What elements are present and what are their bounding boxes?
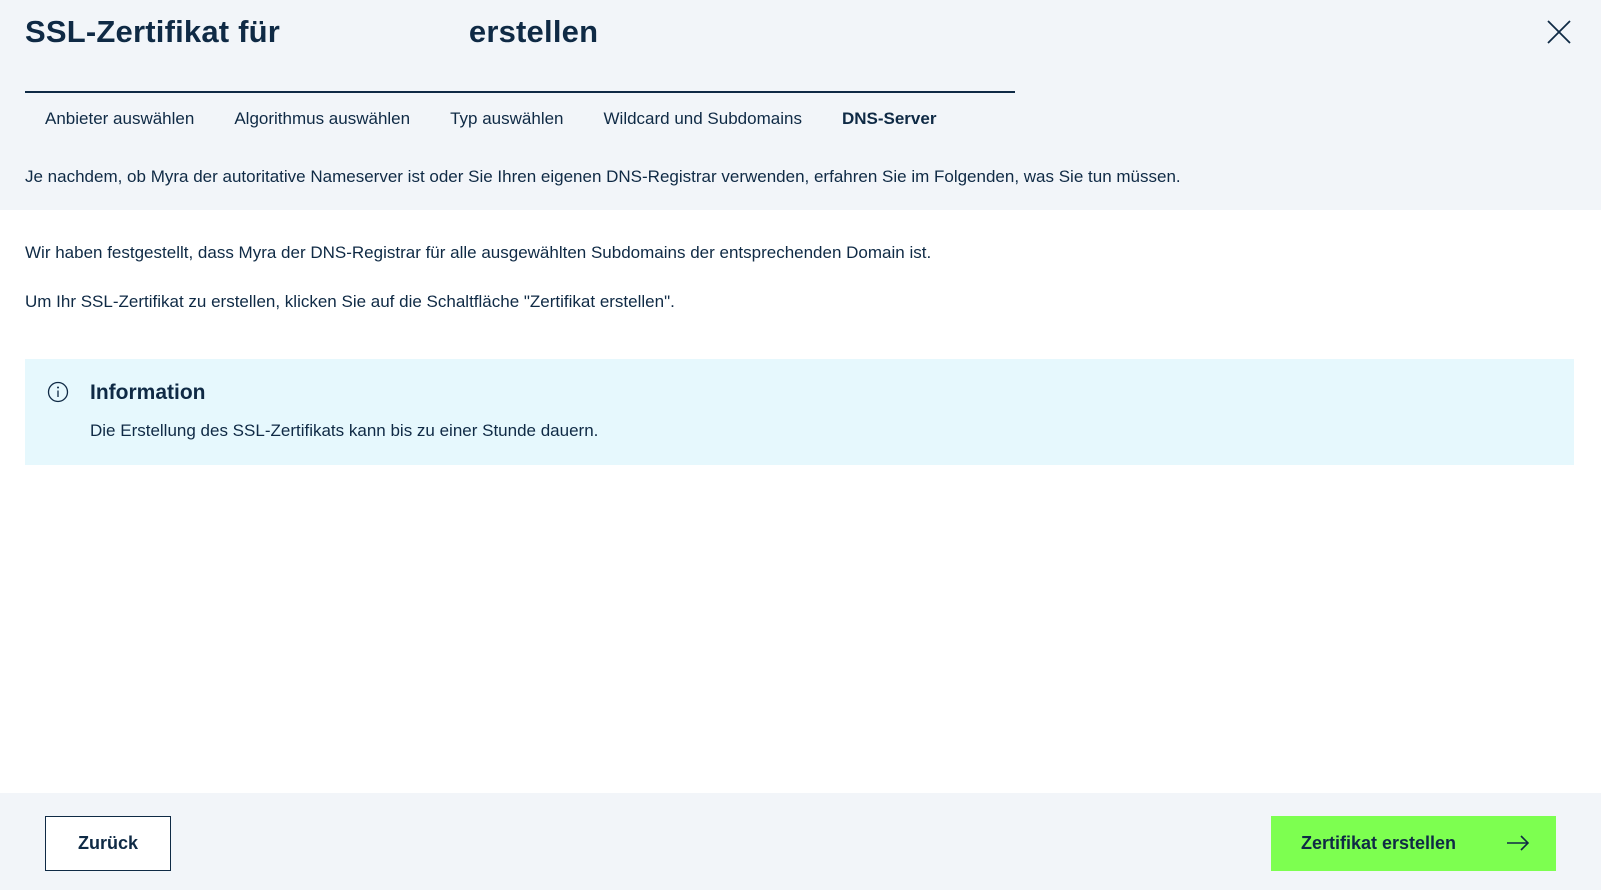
close-icon (1547, 20, 1571, 44)
step-type[interactable]: Typ auswählen (450, 109, 563, 131)
step-wildcard-subdomains[interactable]: Wildcard und Subdomains (604, 109, 802, 131)
back-button[interactable]: Zurück (45, 816, 171, 871)
step-provider[interactable]: Anbieter auswählen (45, 109, 194, 131)
close-button[interactable] (1545, 18, 1573, 46)
dialog-title: SSL-Zertifikat für erstellen (25, 14, 598, 50)
arrow-right-icon (1507, 835, 1530, 851)
create-certificate-label: Zertifikat erstellen (1301, 833, 1457, 853)
create-certificate-button[interactable]: Zertifikat erstellen (1271, 816, 1556, 871)
title-prefix: SSL-Zertifikat für (25, 14, 289, 49)
info-box: Information Die Erstellung des SSL-Zerti… (25, 359, 1574, 465)
body-paragraph-2: Um Ihr SSL-Zertifikat zu erstellen, klic… (25, 292, 675, 311)
step-algorithm[interactable]: Algorithmus auswählen (234, 109, 410, 131)
info-title: Information (90, 381, 206, 404)
ssl-certificate-dialog: SSL-Zertifikat für erstellen Anbieter au… (0, 0, 1601, 890)
info-text: Die Erstellung des SSL-Zertifikats kann … (90, 421, 599, 440)
step-dns-server[interactable]: DNS-Server (842, 109, 937, 131)
dialog-header: SSL-Zertifikat für erstellen Anbieter au… (0, 0, 1601, 210)
step-description: Je nachdem, ob Myra der autoritative Nam… (25, 167, 1181, 186)
wizard-steps: Anbieter auswählen Algorithmus auswählen… (25, 91, 1015, 131)
title-suffix: erstellen (468, 14, 599, 49)
info-icon (47, 381, 69, 403)
body-paragraph-1: Wir haben festgestellt, dass Myra der DN… (25, 243, 932, 262)
dialog-footer: Zurück Zertifikat erstellen (0, 793, 1601, 890)
